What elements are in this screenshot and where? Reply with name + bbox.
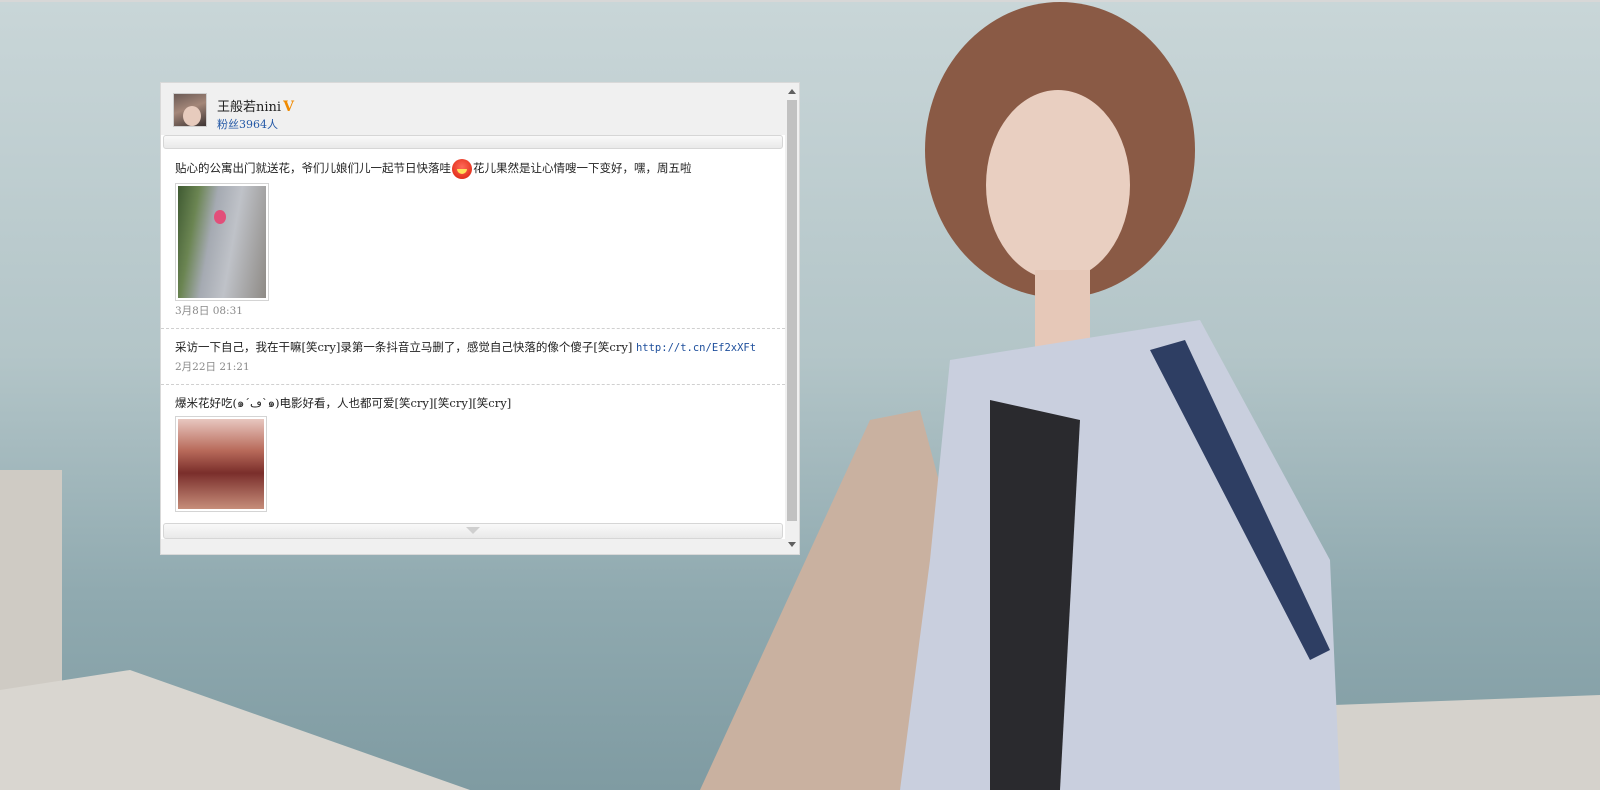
scroll-up-arrow-icon[interactable]: [788, 89, 796, 94]
post-item: 爆米花好吃(๑´ڡ`๑)电影好看，人也都可爱[笑cry][笑cry][笑cry]: [161, 385, 785, 520]
laughing-face-icon: [452, 159, 472, 179]
post-image[interactable]: [175, 183, 269, 301]
post-time[interactable]: 3月8日 08:31: [175, 303, 771, 320]
scroll-down-arrow-icon[interactable]: [788, 542, 796, 547]
scrollbar[interactable]: [785, 83, 799, 554]
profile-name-row: 王般若nini V: [217, 96, 294, 115]
widget-footer: [161, 539, 785, 554]
post-feed: 贴心的公寓出门就送花，爷们儿娘们儿一起节日快落哇 花儿果然是让心情嗖一下变好，嘿，…: [161, 149, 785, 554]
post-item: 采访一下自己，我在干嘛[笑cry]录第一条抖音立马删了，感觉自己快落的像个傻子[…: [161, 329, 785, 385]
post-time[interactable]: 2月22日 21:21: [175, 359, 771, 376]
post-text: 采访一下自己，我在干嘛[笑cry]录第一条抖音立马删了，感觉自己快落的像个傻子[…: [175, 340, 757, 354]
post-text: 爆米花好吃(๑´ڡ`๑)电影好看，人也都可爱[笑cry][笑cry][笑cry]: [175, 396, 512, 410]
avatar[interactable]: [173, 93, 207, 127]
post-link[interactable]: http://t.cn/Ef2xXFt: [636, 342, 756, 354]
profile-name[interactable]: 王般若nini: [217, 100, 281, 115]
scroll-up-bar[interactable]: [163, 135, 783, 149]
weibo-widget: 王般若nini V 粉丝3964人 贴心的公寓出门就送花，爷们儿娘们儿一起节日快落…: [160, 82, 800, 555]
profile-header: 王般若nini V 粉丝3964人: [161, 83, 785, 135]
post-item: 贴心的公寓出门就送花，爷们儿娘们儿一起节日快落哇 花儿果然是让心情嗖一下变好，嘿，…: [161, 149, 785, 329]
chevron-down-icon: [466, 527, 480, 534]
post-image[interactable]: [175, 416, 267, 512]
verified-badge-icon: V: [283, 99, 294, 115]
scrollbar-thumb[interactable]: [787, 100, 797, 521]
fans-count[interactable]: 粉丝3964人: [217, 116, 278, 132]
post-text: 贴心的公寓出门就送花，爷们儿娘们儿一起节日快落哇 花儿果然是让心情嗖一下变好，嘿，…: [175, 159, 771, 179]
scroll-down-bar[interactable]: [163, 523, 783, 539]
top-border: [0, 0, 1600, 2]
